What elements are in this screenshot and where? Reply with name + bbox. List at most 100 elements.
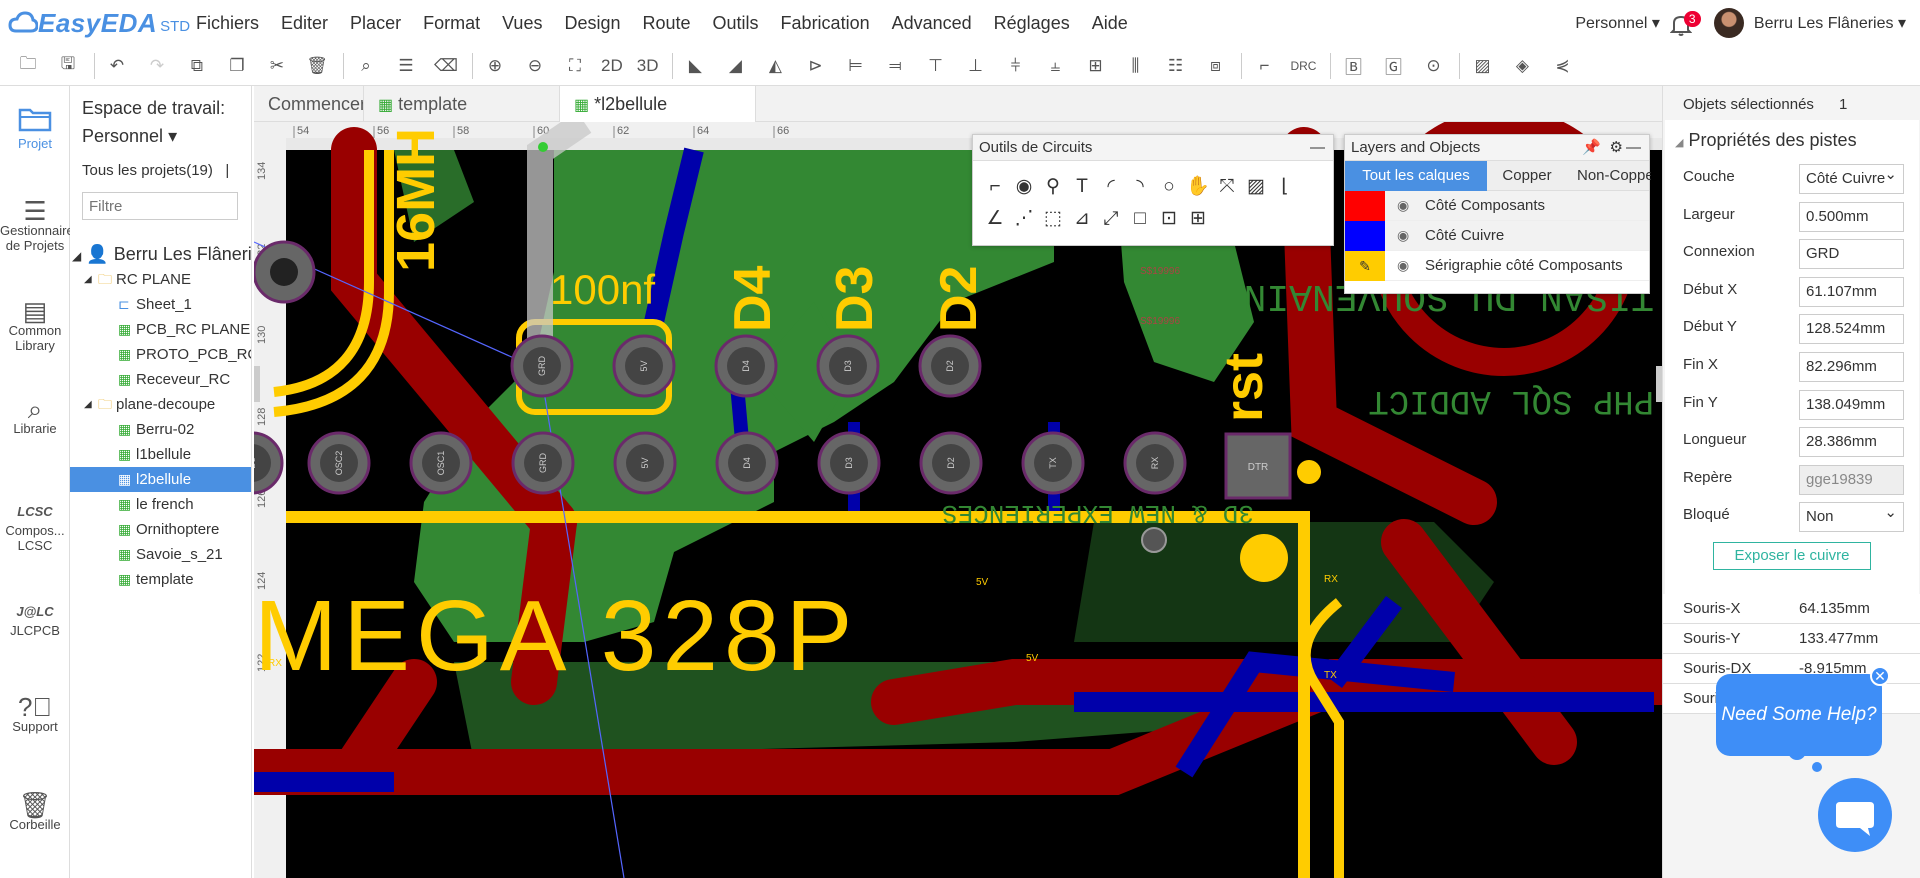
- menu-vues[interactable]: Vues: [502, 13, 542, 34]
- eye-icon[interactable]: ◉: [1397, 197, 1409, 214]
- zoom-out-icon[interactable]: ⊖: [521, 52, 549, 80]
- nav-gestionnaire[interactable]: ☰ Gestionnaire de Projets: [0, 198, 74, 253]
- open-icon[interactable]: 🗀: [14, 52, 42, 80]
- arc-icon[interactable]: ◜: [1097, 173, 1125, 201]
- share-icon[interactable]: ⋞: [1548, 52, 1576, 80]
- layer-row[interactable]: ✎ ◉ Sérigraphie côté Composants: [1345, 251, 1649, 281]
- fit-icon[interactable]: ⛶: [561, 52, 589, 80]
- tree-item[interactable]: ⊏ Sheet_1: [70, 292, 251, 317]
- tools-panel-header[interactable]: Outils de Circuits —: [973, 135, 1333, 161]
- expose-copper-button[interactable]: Exposer le cuivre: [1713, 542, 1871, 570]
- zoom-in-icon[interactable]: ⊕: [481, 52, 509, 80]
- prop-input[interactable]: GRD: [1799, 239, 1904, 270]
- menu-fabrication[interactable]: Fabrication: [781, 13, 870, 34]
- track-properties-title[interactable]: ◢ Propriétés des pistes: [1675, 130, 1857, 151]
- tree-item[interactable]: ▦ l2bellule: [70, 467, 251, 492]
- nav-librarie[interactable]: ⌕ Librarie: [0, 396, 70, 436]
- arc-center-icon[interactable]: ◝: [1126, 173, 1154, 201]
- delete-icon[interactable]: 🗑: [303, 52, 331, 80]
- pencil-icon[interactable]: ✎: [1345, 251, 1385, 281]
- hand-icon[interactable]: ✋: [1184, 173, 1212, 201]
- circle-icon[interactable]: ○: [1155, 173, 1183, 201]
- connect-icon[interactable]: ⤧: [1213, 173, 1241, 201]
- rect-icon[interactable]: □: [1126, 205, 1154, 233]
- prop-input[interactable]: 0.500mm: [1799, 201, 1904, 232]
- view-2d-button[interactable]: 2D: [601, 56, 623, 76]
- route-icon[interactable]: ⌐: [1250, 52, 1278, 80]
- tree-item[interactable]: ▦ Receveur_RC: [70, 367, 251, 392]
- copper-area-icon[interactable]: ⊿: [1068, 205, 1096, 233]
- align-center-v-icon[interactable]: ⫩: [1001, 52, 1029, 80]
- drc-button[interactable]: DRC: [1290, 59, 1316, 73]
- menu-design[interactable]: Design: [564, 13, 620, 34]
- avatar[interactable]: [1713, 8, 1744, 38]
- flip-horizontal-icon[interactable]: ◭: [761, 52, 789, 80]
- menu-route[interactable]: Route: [642, 13, 690, 34]
- ratsnest-icon[interactable]: ⋰: [1010, 205, 1038, 233]
- tree-item[interactable]: ▦ l1bellule: [70, 442, 251, 467]
- layer-color-swatch[interactable]: [1345, 191, 1385, 221]
- tree-item[interactable]: ▦ Savoie_s_21: [70, 542, 251, 567]
- align-right-icon[interactable]: ⫤: [881, 52, 909, 80]
- distribute-v-icon[interactable]: ⫼: [1121, 52, 1149, 80]
- align-grid-icon[interactable]: ☷: [1161, 52, 1189, 80]
- tree-item[interactable]: ◢ 🗀 RC PLANE: [70, 267, 251, 292]
- user-menu[interactable]: Berru Les Flâneries ▾: [1754, 13, 1906, 33]
- duplicate-icon[interactable]: ❐: [223, 52, 251, 80]
- eye-icon[interactable]: ◉: [1397, 257, 1409, 274]
- close-help-icon[interactable]: ✕: [1870, 666, 1890, 686]
- tree-item[interactable]: ◢ 🗀 plane-decoupe: [70, 392, 251, 417]
- tree-item[interactable]: ▦ le french: [70, 492, 251, 517]
- project-filter-input[interactable]: [82, 192, 238, 220]
- expand-caret-icon[interactable]: ◢: [84, 267, 92, 292]
- menu-aide[interactable]: Aide: [1092, 13, 1128, 34]
- workspace-switch[interactable]: Personnel ▾: [1575, 13, 1660, 33]
- image-icon[interactable]: ▨: [1242, 173, 1270, 201]
- chat-button[interactable]: [1818, 778, 1892, 852]
- notifications-button[interactable]: 3: [1669, 8, 1701, 38]
- region-icon[interactable]: ⬚: [1039, 205, 1067, 233]
- menu-advanced[interactable]: Advanced: [892, 13, 972, 34]
- menu-format[interactable]: Format: [423, 13, 480, 34]
- canvas-origin-icon[interactable]: ⊡: [1155, 205, 1183, 233]
- gerber-icon[interactable]: 🄶: [1379, 52, 1407, 80]
- distribute-h-icon[interactable]: ⊞: [1081, 52, 1109, 80]
- redo-icon[interactable]: ↷: [143, 52, 171, 80]
- menu-r-glages[interactable]: Réglages: [994, 13, 1070, 34]
- rotate-right-icon[interactable]: ◢: [721, 52, 749, 80]
- via[interactable]: [1240, 534, 1288, 582]
- eye-icon[interactable]: ◉: [1397, 227, 1409, 244]
- layer-color-swatch[interactable]: [1345, 221, 1385, 251]
- gear-icon[interactable]: ⚙: [1610, 135, 1623, 161]
- line-icon[interactable]: ⌊: [1271, 173, 1299, 201]
- measure-icon[interactable]: ⤢: [1097, 205, 1125, 233]
- tree-item[interactable]: ▦ Berru-02: [70, 417, 251, 442]
- menu-editer[interactable]: Editer: [281, 13, 328, 34]
- find-similar-icon[interactable]: ☰: [392, 52, 420, 80]
- app-logo[interactable]: EasyEDA STD: [8, 8, 196, 39]
- flip-vertical-icon[interactable]: ⊳: [801, 52, 829, 80]
- layer-tab-all[interactable]: Tout les calques: [1345, 161, 1487, 191]
- align-center-h-icon[interactable]: ⫨: [1041, 52, 1069, 80]
- nav-corbeille[interactable]: 🗑 Corbeille: [0, 792, 70, 832]
- nav-jlcpcb[interactable]: J@LC JLCPCB: [0, 604, 70, 638]
- via-icon[interactable]: ⚲: [1039, 173, 1067, 201]
- prop-input[interactable]: 82.296mm: [1799, 352, 1904, 382]
- eraser-icon[interactable]: ⌫: [432, 52, 460, 80]
- minimize-icon[interactable]: —: [1310, 135, 1325, 161]
- bom-icon[interactable]: 🄱: [1339, 52, 1367, 80]
- align-bottom-icon[interactable]: ⊥: [961, 52, 989, 80]
- group-icon[interactable]: ⊞: [1184, 205, 1212, 233]
- menu-placer[interactable]: Placer: [350, 13, 401, 34]
- camera-icon[interactable]: ⊙: [1419, 52, 1447, 80]
- align-left-icon[interactable]: ⊨: [841, 52, 869, 80]
- prop-input[interactable]: 28.386mm: [1799, 427, 1904, 458]
- save-icon[interactable]: 🖫: [54, 52, 82, 80]
- tree-item[interactable]: ▦ PCB_RC PLANE: [70, 317, 251, 342]
- nav-projet[interactable]: Projet: [0, 104, 70, 151]
- menu-outils[interactable]: Outils: [713, 13, 759, 34]
- track-endpoint[interactable]: [538, 142, 548, 152]
- text-icon[interactable]: T: [1068, 173, 1096, 201]
- align-top-icon[interactable]: ⊤: [921, 52, 949, 80]
- tab-commencer[interactable]: Commencer: [254, 86, 364, 122]
